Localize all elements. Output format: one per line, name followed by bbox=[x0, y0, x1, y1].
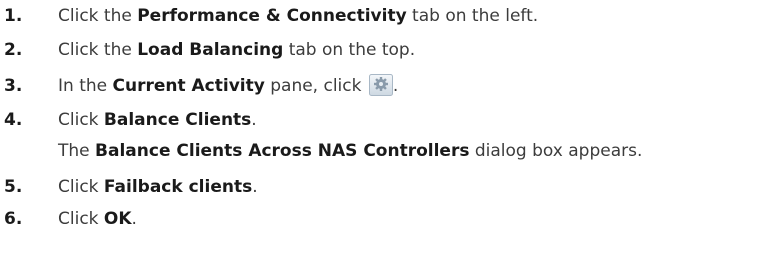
step-number: 6. bbox=[4, 209, 23, 229]
ui-element-label: OK bbox=[103, 209, 132, 229]
step-text-post: tab on the left. bbox=[406, 6, 539, 26]
ui-element-label: Balance Clients Across NAS Controllers bbox=[95, 141, 470, 161]
gear-icon bbox=[368, 74, 393, 96]
step-text-pre: Click the bbox=[58, 6, 138, 26]
ui-element-label: Performance & Connectivity bbox=[137, 6, 407, 26]
ui-element-label: Balance Clients bbox=[103, 110, 252, 130]
step-text-pre: Click the bbox=[58, 40, 138, 60]
step-text: The Balance Clients Across NAS Controlle… bbox=[58, 139, 642, 163]
step-text-pre: The bbox=[58, 141, 96, 161]
step-number: 3. bbox=[4, 76, 23, 96]
ui-element-label: Current Activity bbox=[112, 76, 265, 96]
step-text-post: . bbox=[131, 209, 137, 229]
step-number: 5. bbox=[4, 177, 23, 197]
step-text-post: pane, click bbox=[264, 76, 367, 96]
instruction-steps: 1. Click the Performance & Connectivity … bbox=[0, 0, 763, 266]
step-text-post2: . bbox=[392, 76, 399, 96]
step-text: Click the Performance & Connectivity tab… bbox=[58, 4, 538, 28]
step-text-pre: Click bbox=[58, 177, 104, 197]
step-number: 2. bbox=[4, 40, 23, 60]
step-text-pre: Click bbox=[58, 209, 104, 229]
step-text: Click OK. bbox=[58, 207, 137, 231]
step-text: Click the Load Balancing tab on the top. bbox=[58, 38, 415, 62]
step-text-pre: Click bbox=[58, 110, 104, 130]
step-text: Click Balance Clients. bbox=[58, 108, 257, 132]
step-text-pre: In the bbox=[58, 76, 113, 96]
step-text-post: dialog box appears. bbox=[469, 141, 643, 161]
step-text: In the Current Activity pane, click . bbox=[58, 74, 398, 98]
step-text-post: tab on the top. bbox=[283, 40, 416, 60]
step-number: 4. bbox=[4, 110, 23, 130]
step-number: 1. bbox=[4, 6, 23, 26]
ui-element-label: Load Balancing bbox=[137, 40, 284, 60]
step-text-post: . bbox=[252, 177, 258, 197]
ui-element-label: Failback clients bbox=[103, 177, 253, 197]
step-text: Click Failback clients. bbox=[58, 175, 258, 199]
step-text-post: . bbox=[251, 110, 257, 130]
